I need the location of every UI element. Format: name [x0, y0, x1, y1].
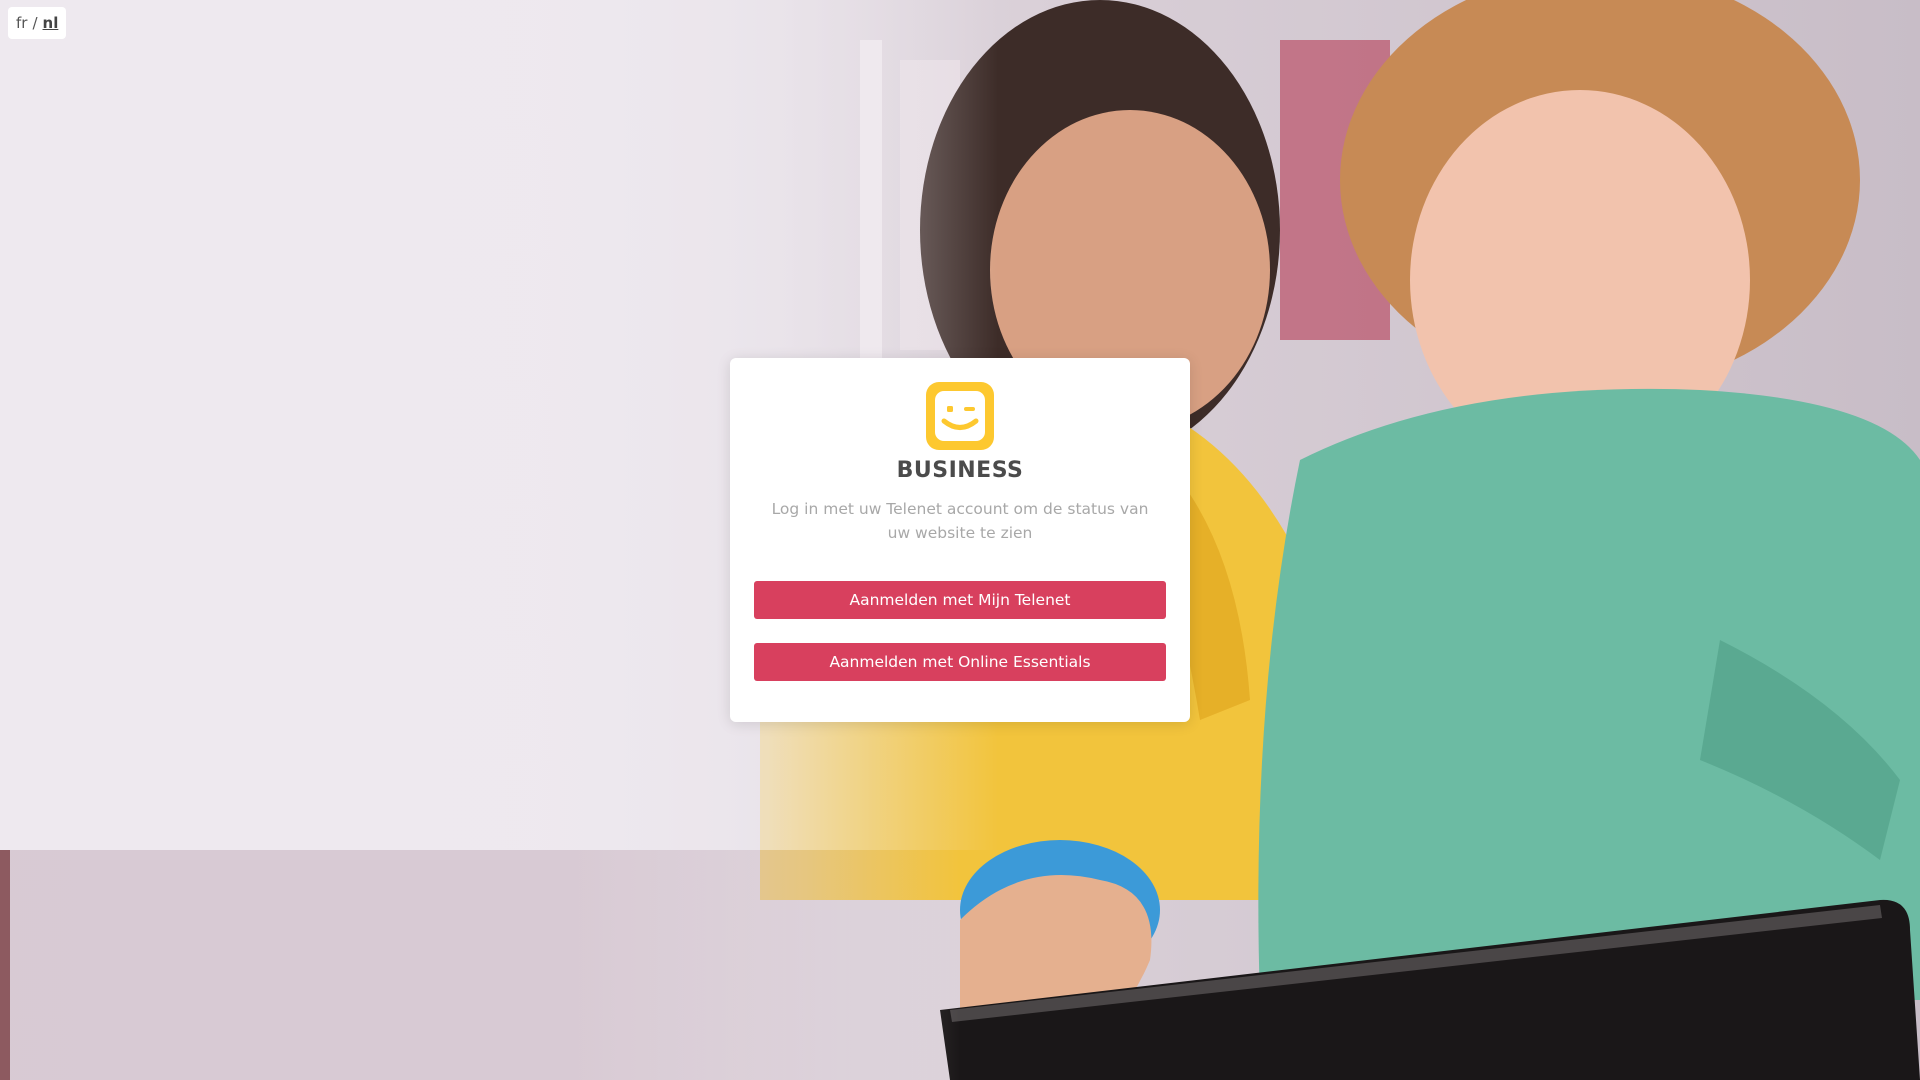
- login-mijn-telenet-button[interactable]: Aanmelden met Mijn Telenet: [754, 581, 1166, 619]
- telenet-logo-icon: [926, 382, 994, 450]
- login-online-essentials-button[interactable]: Aanmelden met Online Essentials: [754, 643, 1166, 681]
- language-link-nl[interactable]: nl: [43, 14, 59, 32]
- language-switch: fr / nl: [8, 7, 67, 39]
- logo-wrapper: [754, 382, 1166, 450]
- language-link-fr[interactable]: fr: [16, 14, 27, 32]
- background-edge-stripe: [0, 850, 10, 1080]
- background-bottom-band: [0, 850, 1920, 1080]
- language-separator: /: [32, 14, 38, 32]
- intro-text: Log in met uw Telenet account om de stat…: [771, 500, 1149, 542]
- login-card: BUSINESS Log in met uw Telenet account o…: [730, 358, 1190, 722]
- brand-title: BUSINESS: [896, 458, 1024, 483]
